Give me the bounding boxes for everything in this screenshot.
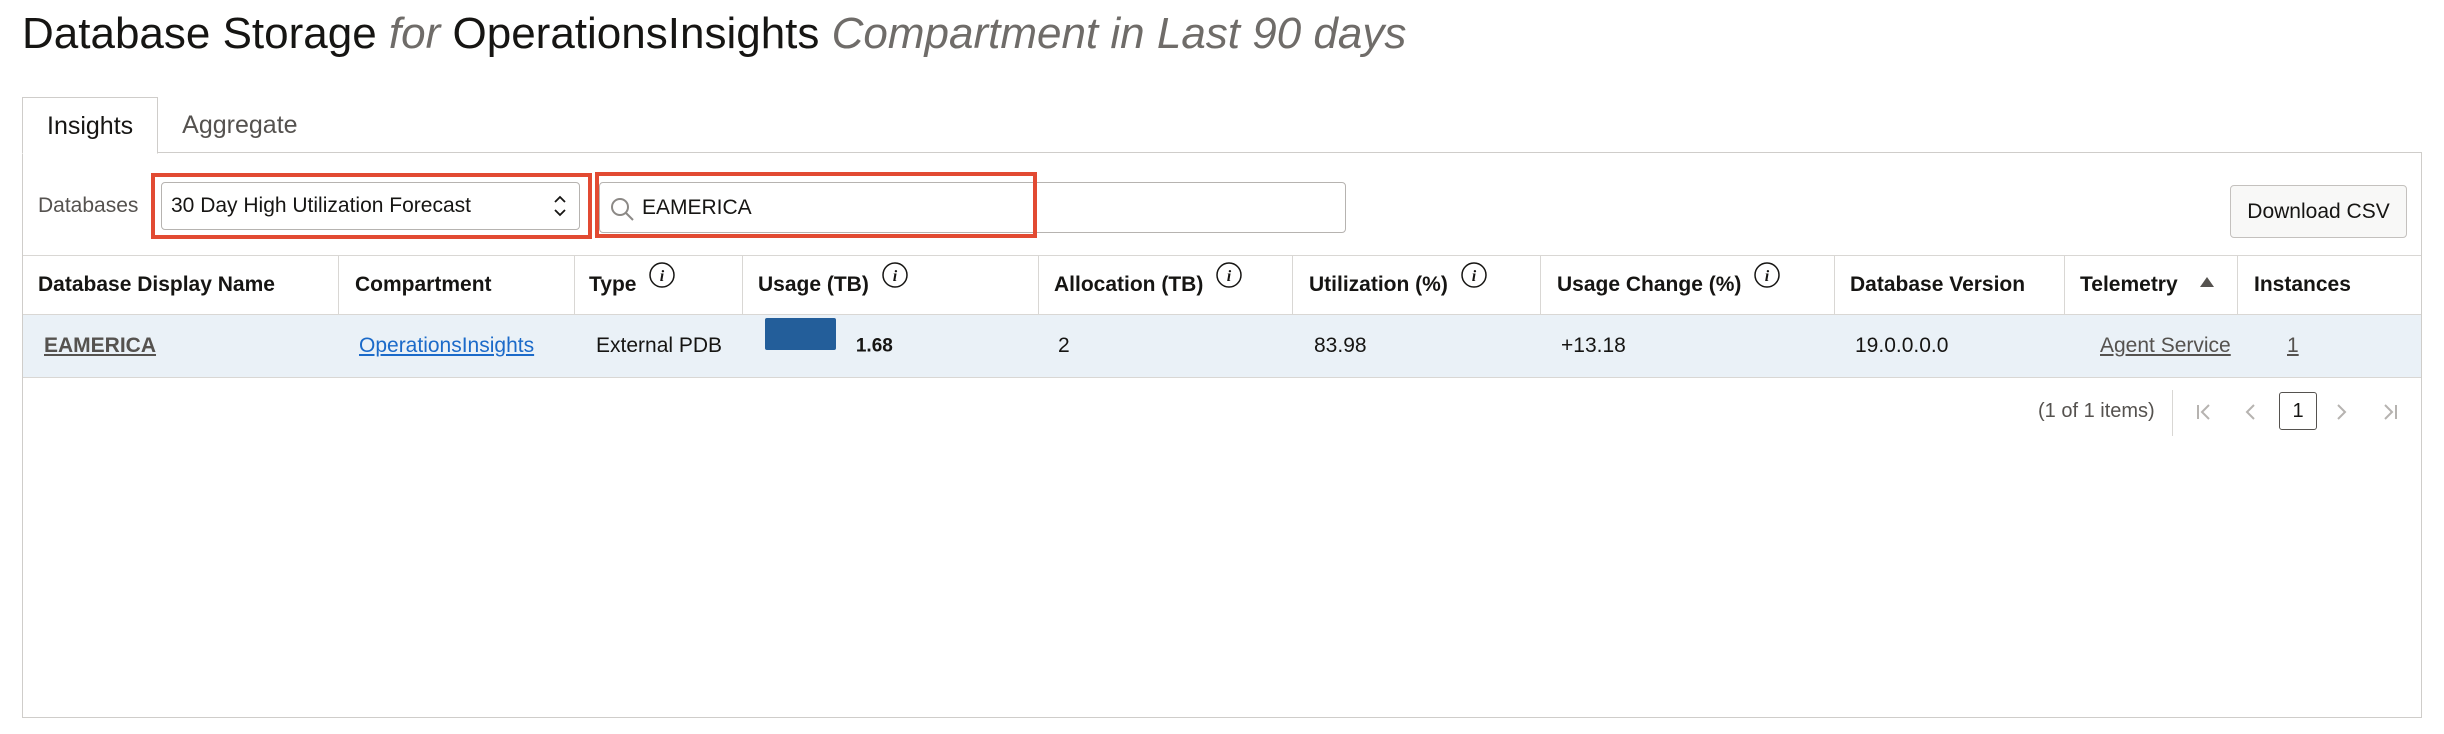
next-page-icon[interactable] [2333,398,2349,433]
cell-allocation: 2 [1058,334,1070,357]
svg-text:i: i [1471,268,1476,285]
cell-utilization: 83.98 [1314,334,1367,357]
cell-telemetry: Agent Service [2100,315,2231,377]
last-page-icon[interactable] [2380,398,2400,433]
title-suffix: Compartment in Last 90 days [831,9,1407,58]
tab-insights[interactable]: Insights [22,97,159,154]
table-row[interactable]: EAMERICA OperationsInsights External PDB… [23,315,2421,378]
download-csv-button[interactable]: Download CSV [2230,185,2407,238]
column-header-compartment[interactable]: Compartment [339,256,575,314]
column-header-database-version[interactable]: Database Version [1835,256,2065,314]
info-icon[interactable]: i [1460,254,1488,312]
info-icon[interactable]: i [1215,254,1243,312]
column-header-usage-change[interactable]: Usage Change (%) i [1541,256,1835,314]
info-icon[interactable]: i [881,254,909,312]
first-page-icon[interactable] [2194,398,2214,433]
cell-instances: 1 [2287,315,2299,377]
svg-text:i: i [892,268,897,285]
cell-database-version: 19.0.0.0.0 [1855,334,1949,357]
current-page-button[interactable]: 1 [2279,392,2317,430]
cell-type: External PDB [596,334,723,357]
previous-page-icon[interactable] [2243,398,2259,433]
tab-bar: Insights Aggregate [22,97,322,154]
title-for: for [388,9,441,58]
search-input[interactable]: EAMERICA [599,182,1346,233]
sort-ascending-icon[interactable] [2198,254,2216,312]
svg-text:i: i [1227,268,1232,285]
cell-usage: 1.68 [765,315,893,377]
pagination-divider [2172,390,2173,436]
column-header-display-name[interactable]: Database Display Name [23,256,339,314]
select-chevron-icon [553,183,567,245]
info-icon[interactable]: i [648,254,676,312]
cell-usage-change: +13.18 [1561,334,1626,357]
column-header-telemetry[interactable]: Telemetry [2065,256,2238,314]
svg-text:i: i [660,268,665,285]
table-header: Database Display Name Compartment Type i… [23,255,2421,315]
info-icon[interactable]: i [1753,254,1781,312]
column-header-instances[interactable]: Instances [2238,256,2421,314]
search-icon [608,195,636,228]
usage-value: 1.68 [855,335,893,357]
tab-aggregate[interactable]: Aggregate [158,97,321,153]
compartment-link[interactable]: OperationsInsights [359,334,534,357]
usage-bar [765,313,850,375]
svg-text:i: i [1765,268,1770,285]
column-header-utilization[interactable]: Utilization (%) i [1293,256,1541,314]
title-entity: OperationsInsights [452,9,820,58]
databases-filter-select[interactable]: 30 Day High Utilization Forecast [161,182,580,230]
cell-compartment: OperationsInsights [359,315,534,377]
select-value: 30 Day High Utilization Forecast [171,194,471,217]
pagination-status: (1 of 1 items) [2038,400,2155,422]
column-header-allocation[interactable]: Allocation (TB) i [1039,256,1293,314]
databases-filter-label: Databases [38,194,139,217]
insights-panel [22,152,2422,718]
cell-display-name: EAMERICA [44,315,156,377]
column-header-type[interactable]: Type i [575,256,743,314]
telemetry-link[interactable]: Agent Service [2100,334,2231,357]
instances-link[interactable]: 1 [2287,334,2299,357]
database-name-link[interactable]: EAMERICA [44,334,156,357]
page-title: Database Storage for OperationsInsights … [22,8,1406,60]
column-header-usage[interactable]: Usage (TB) i [743,256,1039,314]
search-value: EAMERICA [642,196,752,219]
title-main: Database Storage [22,9,377,58]
